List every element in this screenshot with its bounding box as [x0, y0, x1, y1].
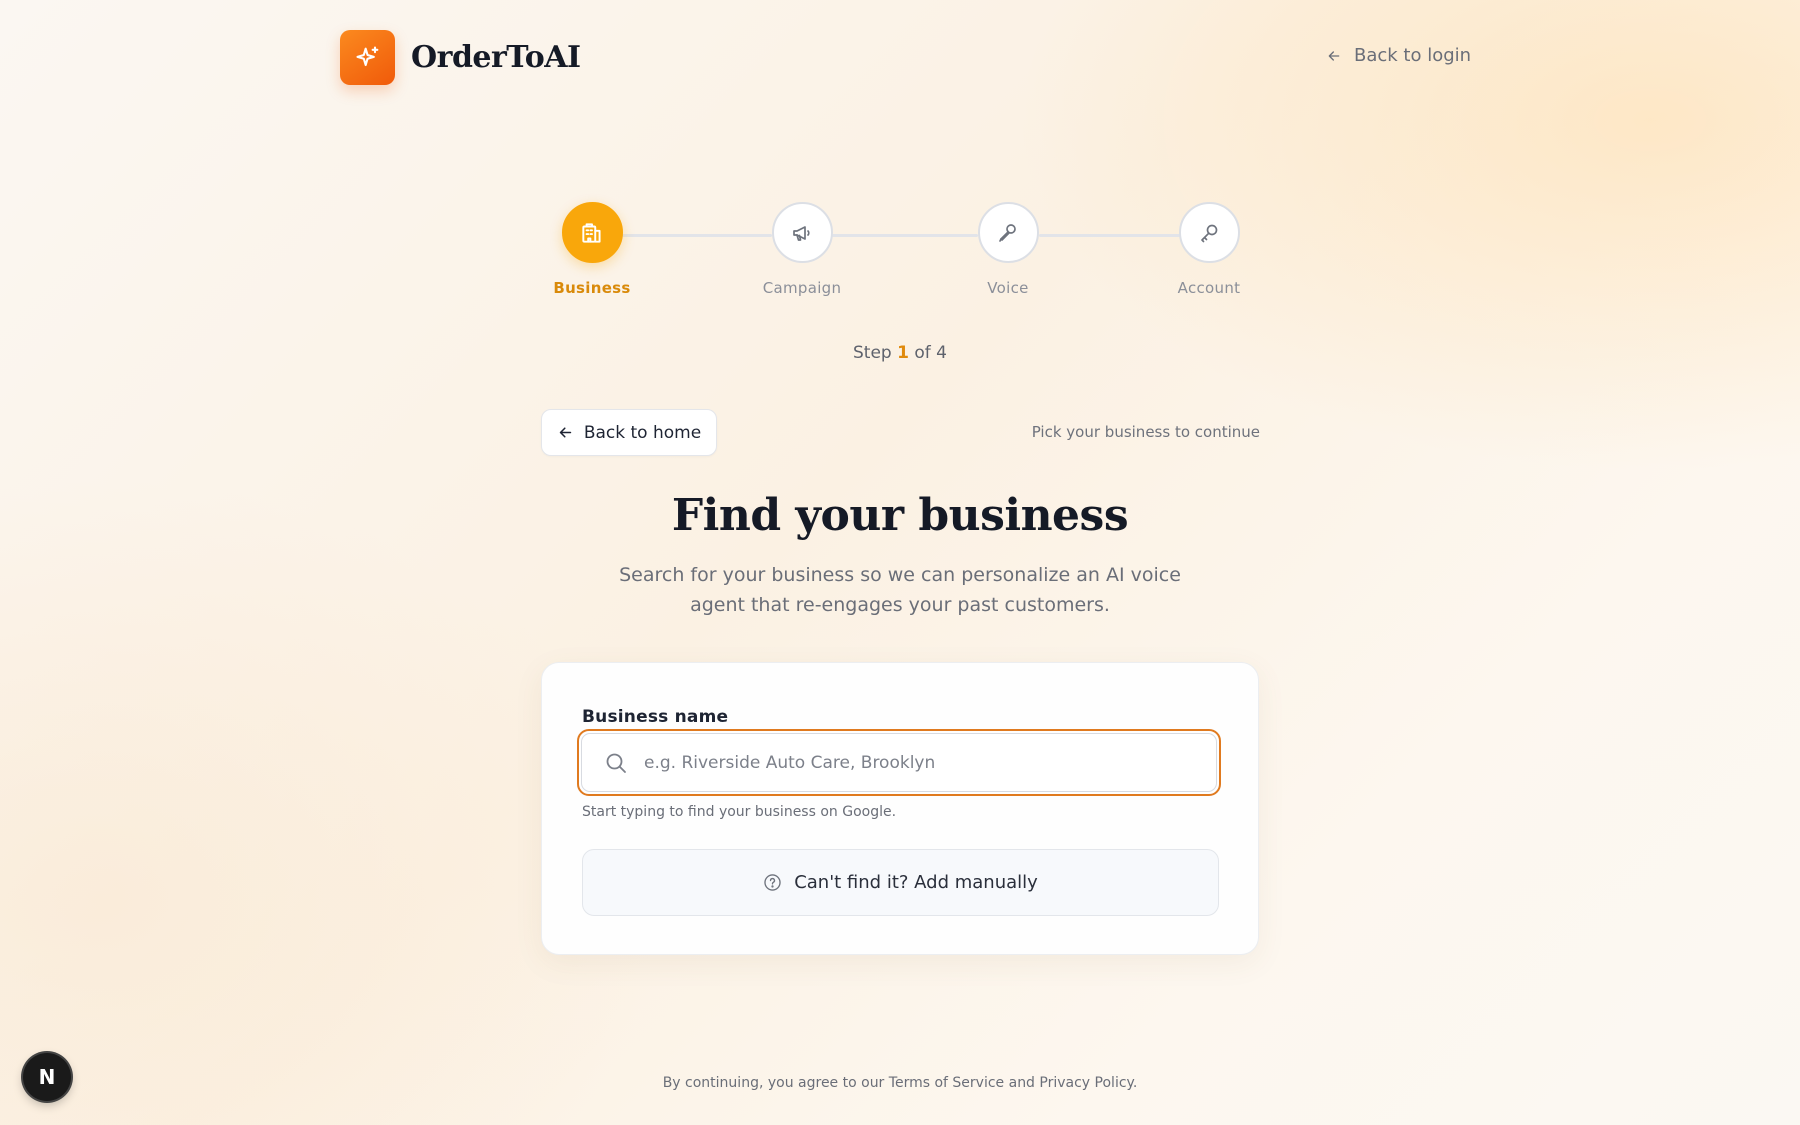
search-icon [606, 753, 626, 773]
step-account[interactable]: Account [1149, 202, 1269, 297]
terms-link[interactable]: Terms of Service [889, 1075, 1004, 1091]
brand-name: OrderToAI [411, 40, 581, 75]
step-label: Business [553, 279, 631, 297]
page-title: Find your business [671, 490, 1129, 541]
back-to-login-link[interactable]: Back to login [1326, 45, 1471, 66]
business-name-helper: Start typing to find your business on Go… [582, 804, 897, 820]
step-voice[interactable]: Voice [948, 202, 1068, 297]
megaphone-icon [771, 202, 833, 263]
step-campaign[interactable]: Campaign [742, 202, 862, 297]
business-name-label: Business name [582, 707, 729, 727]
footer-prefix: By continuing, you agree to our [662, 1075, 885, 1091]
progress-stepper: Business Campaign Voice Account [0, 202, 1800, 302]
footer-suffix: . [1132, 1075, 1138, 1091]
privacy-link[interactable]: Privacy Policy [1039, 1075, 1132, 1091]
nextjs-devtools-button[interactable]: N [23, 1053, 71, 1101]
pick-business-hint: Pick your business to continue [1031, 423, 1260, 441]
add-manually-label: Can't find it? Add manually [794, 872, 1038, 893]
current-step: 1 [897, 343, 909, 363]
back-to-login-label: Back to login [1354, 45, 1472, 66]
arrow-left-icon [559, 427, 572, 438]
sparkle-icon [340, 30, 395, 85]
business-name-input-box[interactable] [581, 733, 1217, 792]
step-total: of 4 [914, 343, 947, 363]
add-manually-button[interactable]: Can't find it? Add manually [582, 849, 1219, 916]
building-icon [561, 202, 623, 263]
step-business[interactable]: Business [532, 202, 652, 297]
brand-logo[interactable]: OrderToAI [340, 30, 581, 85]
help-circle-icon [764, 874, 781, 891]
key-icon [1178, 202, 1240, 263]
arrow-left-icon [1328, 50, 1340, 61]
back-to-home-label: Back to home [583, 422, 702, 443]
page-subtitle: Search for your business so we can perso… [619, 564, 1181, 616]
step-counter: Step 1 of 4 [0, 343, 1800, 363]
back-to-home-button[interactable]: Back to home [541, 409, 717, 456]
microphone-icon [977, 202, 1039, 263]
footer-and: and [1008, 1075, 1035, 1091]
business-name-field[interactable] [577, 729, 1221, 796]
business-name-input[interactable] [644, 752, 1216, 773]
step-label: Voice [987, 279, 1029, 297]
business-search-card: Business name Start typing to find your … [541, 662, 1259, 955]
step-prefix: Step [853, 343, 892, 363]
legal-footer: By continuing, you agree to our Terms of… [0, 1075, 1800, 1091]
step-label: Account [1177, 279, 1241, 297]
step-label: Campaign [762, 279, 842, 297]
